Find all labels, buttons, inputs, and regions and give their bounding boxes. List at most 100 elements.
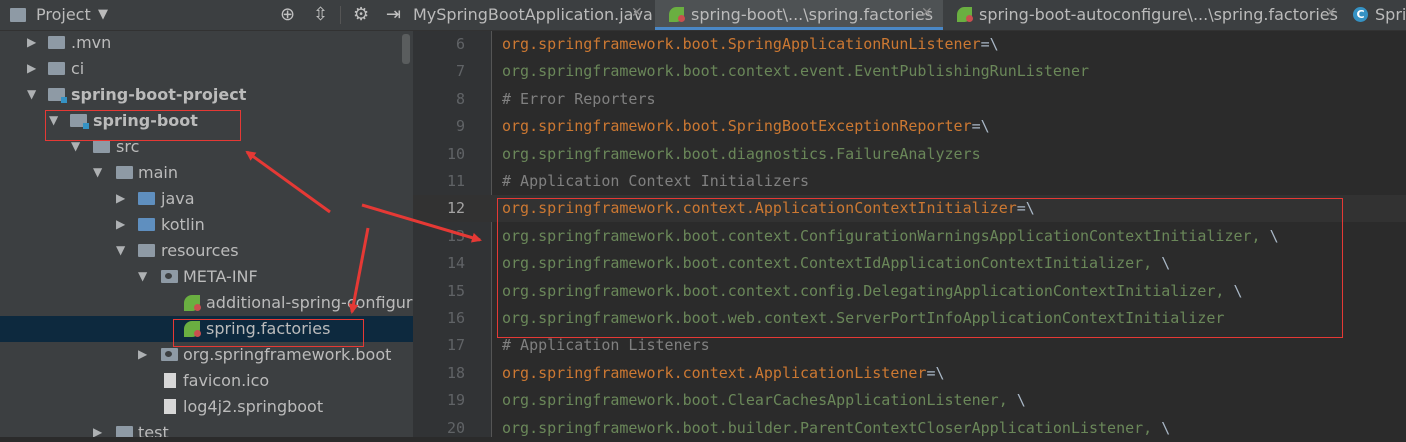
tab-autoconfigure-spring-factories[interactable]: spring-boot-autoconfigure\...\spring.fac… <box>943 0 1343 30</box>
line-continuation: \ <box>1007 391 1026 410</box>
comment: # Error Reporters <box>502 89 656 108</box>
code-text: # Application Listeners <box>502 336 710 354</box>
tab-label: Sprin <box>1375 5 1406 24</box>
tree-item-main[interactable]: ▼ main <box>0 160 413 186</box>
chevron-down-icon[interactable]: ▼ <box>71 139 80 153</box>
chevron-right-icon[interactable]: ▶ <box>93 425 102 437</box>
tree-label: favicon.ico <box>183 371 270 390</box>
folder-icon <box>116 426 133 437</box>
tree-item-java[interactable]: ▶ java <box>0 186 413 212</box>
tree-item-additional-spring-configuration[interactable]: additional-spring-configurati <box>0 290 413 316</box>
chevron-down-icon[interactable]: ▼ <box>93 165 102 179</box>
line-number: 13 <box>446 226 465 245</box>
code-line[interactable]: 19 org.springframework.boot.ClearCachesAp… <box>413 387 1406 414</box>
line-number: 8 <box>455 89 465 108</box>
tree-item-mvn[interactable]: ▶ .mvn <box>0 30 413 56</box>
highlight-box-spring-factories <box>173 319 364 347</box>
code-text: org.springframework.boot.builder.ParentC… <box>502 419 1170 437</box>
code-text: org.springframework.context.ApplicationL… <box>502 364 945 382</box>
tree-item-test[interactable]: ▶ test <box>0 420 413 437</box>
tree-label: resources <box>161 241 239 260</box>
project-view-icon <box>10 8 26 22</box>
code-line[interactable]: 8 # Error Reporters <box>413 86 1406 113</box>
code-line[interactable]: 7 org.springframework.boot.context.event.… <box>413 58 1406 85</box>
tree-item-resources[interactable]: ▼ resources <box>0 238 413 264</box>
spring-config-icon <box>184 295 201 311</box>
file-icon <box>164 399 176 414</box>
line-number: 6 <box>455 35 465 53</box>
tree-item-kotlin[interactable]: ▶ kotlin <box>0 212 413 238</box>
folder-icon <box>48 36 65 49</box>
line-number: 19 <box>446 391 465 410</box>
editor-tabs: MySpringBootApplication.java ✕ spring-bo… <box>413 0 1406 31</box>
tree-label: main <box>138 163 178 182</box>
tree-item-log4j2[interactable]: log4j2.springboot <box>0 394 413 420</box>
class-icon: C <box>1353 7 1368 22</box>
folder-icon <box>93 140 110 153</box>
chevron-down-icon[interactable]: ▼ <box>27 87 36 101</box>
tab-spring-class[interactable]: C Sprin <box>1343 0 1406 30</box>
tab-label: spring-boot\...\spring.factories <box>691 5 934 24</box>
tree-label: java <box>161 189 195 208</box>
code-text: org.springframework.boot.context.event.E… <box>502 62 1089 80</box>
code-line[interactable]: 11 # Application Context Initializers <box>413 168 1406 195</box>
code-line[interactable]: 10 org.springframework.boot.diagnostics.F… <box>413 141 1406 168</box>
code-text: org.springframework.boot.diagnostics.Fai… <box>502 145 981 163</box>
chevron-down-icon[interactable]: ▼ <box>138 269 147 283</box>
tree-label: org.springframework.boot <box>183 345 392 364</box>
close-icon[interactable]: ✕ <box>921 5 933 21</box>
property-value: org.springframework.boot.diagnostics.Fai… <box>502 144 981 163</box>
property-key: org.springframework.boot.SpringApplicati… <box>502 35 981 53</box>
property-key: org.springframework.context.ApplicationL… <box>502 363 927 382</box>
highlight-box-spring-boot <box>45 110 241 141</box>
folder-icon <box>116 166 133 179</box>
chevron-right-icon[interactable]: ▶ <box>116 217 125 231</box>
tree-label: log4j2.springboot <box>183 397 324 416</box>
locate-icon[interactable]: ⊕ <box>280 4 295 25</box>
chevron-right-icon[interactable]: ▶ <box>27 35 36 49</box>
code-text: org.springframework.boot.SpringApplicati… <box>502 35 999 53</box>
tree-label: additional-spring-configurati <box>206 293 413 312</box>
code-line[interactable]: 9 org.springframework.boot.SpringBootExce… <box>413 113 1406 140</box>
tab-my-spring-boot-application[interactable]: MySpringBootApplication.java ✕ <box>413 0 655 30</box>
code-line[interactable]: 6 org.springframework.boot.SpringApplicat… <box>413 31 1406 58</box>
module-folder-icon <box>48 88 67 103</box>
line-number: 17 <box>446 336 465 355</box>
close-icon[interactable]: ✕ <box>1325 5 1337 21</box>
scrollbar-thumb[interactable] <box>402 34 410 64</box>
file-icon <box>164 373 176 388</box>
collapse-all-icon[interactable]: ⇳ <box>313 4 328 25</box>
tree-label: spring-boot-project <box>71 85 247 104</box>
gear-icon[interactable]: ⚙ <box>353 4 369 25</box>
property-key: org.springframework.boot.SpringBootExcep… <box>502 117 972 136</box>
comment: # Application Listeners <box>502 336 710 355</box>
line-number: 20 <box>446 418 465 437</box>
tree-label: ci <box>71 59 85 78</box>
chevron-down-icon[interactable]: ▼ <box>116 243 125 257</box>
operator: =\ <box>971 117 990 136</box>
divider <box>340 6 341 24</box>
chevron-right-icon[interactable]: ▶ <box>116 191 125 205</box>
close-icon[interactable]: ✕ <box>631 5 643 21</box>
chevron-down-icon[interactable]: ▼ <box>98 7 108 22</box>
tree-item-spring-boot-project[interactable]: ▼ spring-boot-project <box>0 82 413 108</box>
line-continuation: \ <box>1152 418 1171 437</box>
operator: =\ <box>980 35 999 53</box>
code-text: org.springframework.boot.ClearCachesAppl… <box>502 391 1026 409</box>
line-number: 11 <box>446 172 465 190</box>
tree-item-ci[interactable]: ▶ ci <box>0 56 413 82</box>
code-line[interactable]: 20 org.springframework.boot.builder.Paren… <box>413 415 1406 442</box>
tab-spring-boot-spring-factories[interactable]: spring-boot\...\spring.factories ✕ <box>655 0 943 30</box>
chevron-right-icon[interactable]: ▶ <box>27 61 36 75</box>
folder-icon <box>48 62 65 75</box>
comment: # Application Context Initializers <box>502 172 810 190</box>
code-line[interactable]: 18 org.springframework.context.Applicatio… <box>413 360 1406 387</box>
chevron-right-icon[interactable]: ▶ <box>138 347 147 361</box>
hide-icon[interactable]: ⇥ <box>386 4 401 25</box>
property-value: org.springframework.boot.ClearCachesAppl… <box>502 391 1008 410</box>
tree-item-meta-inf[interactable]: ▼ META-INF <box>0 264 413 290</box>
tab-label: MySpringBootApplication.java <box>413 5 653 24</box>
operator: =\ <box>926 363 945 382</box>
project-title[interactable]: Project <box>36 5 91 24</box>
tree-item-favicon[interactable]: favicon.ico <box>0 368 413 394</box>
